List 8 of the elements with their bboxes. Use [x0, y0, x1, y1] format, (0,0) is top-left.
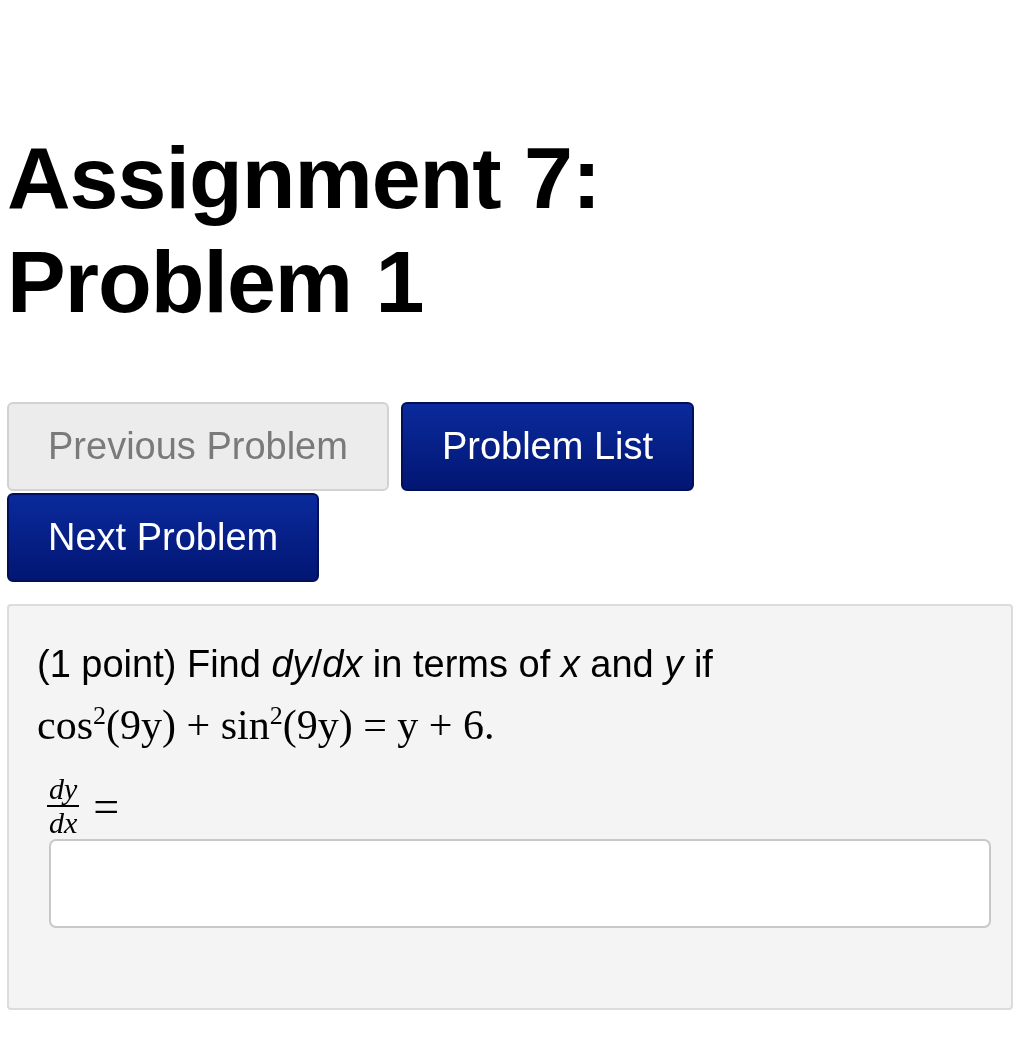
nav-button[interactable]: Next Problem — [7, 493, 320, 582]
answer-field[interactable] — [49, 839, 991, 928]
page-title: Assignment 7: Problem 1 — [7, 127, 602, 333]
equation: cos$^{2}$(9y) + sin$^{2}$(9y) = y + 6. — [37, 700, 496, 750]
nav-button[interactable]: Problem List — [400, 402, 695, 491]
problem-statement: (1 point) Find dy/dx in terms of x and y if — [37, 642, 714, 687]
derivative-fraction: dy dx — [47, 773, 80, 839]
equals-sign: = — [93, 779, 120, 833]
